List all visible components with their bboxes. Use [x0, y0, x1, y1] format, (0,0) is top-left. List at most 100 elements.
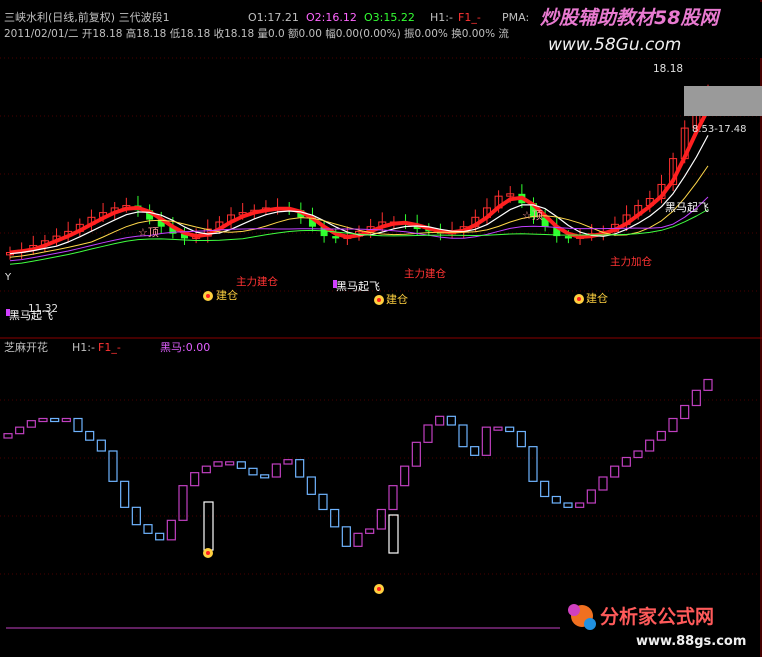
lower-heima-value: 黑马:0.00: [160, 341, 210, 354]
build-marker-core-1: [377, 298, 381, 302]
osc-bar-41: [481, 426, 491, 456]
osc-bar-0: [3, 433, 13, 439]
main-add-label: 主力加仓: [610, 255, 652, 268]
osc-bar-38: [446, 415, 456, 426]
osc-bar-1: [15, 426, 25, 435]
build-label-3: 建仓: [586, 291, 608, 305]
osc-bar-20: [236, 461, 246, 469]
osc-bar-50: [586, 489, 596, 504]
osc-bar-40: [470, 446, 480, 456]
build-label-1: 建仓: [216, 288, 238, 302]
osc-bar-2: [26, 420, 36, 428]
watermark-top-title: 炒股辅助教材58股网: [540, 7, 721, 29]
watermark-bottom: 分析家公式网 www.88gs.com: [568, 604, 746, 649]
osc-bar-22: [260, 474, 270, 479]
chart-canvas: 三峡水利(日线,前复权) 三代波段1 O1:17.21 O2:16.12 O3:…: [0, 0, 762, 657]
lower-h1-value: H1:-: [72, 341, 95, 354]
main-build-label-2: 主力建仓: [404, 267, 446, 280]
chart-title: 三峡水利(日线,前复权) 三代波段1: [4, 10, 170, 24]
watermark-bottom-title: 分析家公式网: [600, 605, 714, 628]
osc-bar-5: [61, 417, 71, 423]
osc-bar-54: [633, 450, 643, 459]
osc-bar-35: [411, 441, 421, 467]
lower-panel-title: 芝麻开花: [4, 340, 48, 354]
osc-bar-4: [50, 417, 60, 423]
flower-petal-icon-2: [584, 618, 596, 630]
osc-bar-34: [400, 465, 410, 487]
osc-signal-bar-1: [203, 501, 214, 551]
osc-bar-12: [143, 524, 153, 534]
osc-bar-27: [318, 493, 328, 511]
moving-average-lines: [9, 108, 710, 265]
oscillator-series: [3, 378, 713, 594]
osc-bar-26: [306, 476, 316, 495]
osc-bar-30: [353, 532, 363, 547]
osc-bar-49: [575, 502, 585, 508]
osc-bar-33: [388, 485, 398, 511]
watermark-top-url: www.58Gu.com: [548, 35, 681, 55]
osc-bar-25: [295, 459, 305, 478]
osc-bar-32: [376, 508, 386, 530]
o2-value: O2:16.12: [306, 11, 357, 24]
osc-bar-57: [668, 417, 678, 433]
bar-info-line: 2011/02/01/二 开18.18 高18.18 低18.18 收18.18…: [4, 27, 509, 40]
main-build-label-1: 主力建仓: [236, 275, 278, 288]
osc-bar-47: [551, 495, 561, 504]
osc-bar-45: [528, 446, 538, 482]
top-label-2: ☆顶: [522, 209, 543, 222]
f1-value: F1_-: [458, 11, 481, 24]
osc-bar-39: [458, 424, 468, 448]
osc-bar-16: [190, 472, 200, 487]
osc-bar-31: [365, 528, 375, 534]
heima-label-3: 黑马起飞: [665, 201, 709, 214]
osc-bar-51: [598, 476, 608, 491]
osc-bar-53: [621, 456, 631, 467]
watermark-bottom-url: www.88gs.com: [636, 634, 746, 649]
osc-bar-46: [540, 480, 550, 498]
osc-bar-28: [330, 508, 340, 528]
build-marker-core-2: [577, 297, 581, 301]
osc-bar-13: [155, 532, 165, 541]
osc-bar-24: [283, 459, 293, 465]
osc-bar-17: [201, 465, 211, 474]
osc-bar-19: [225, 461, 235, 466]
osc-bar-59: [691, 389, 701, 407]
h1-value: H1:-: [430, 11, 453, 24]
osc-bar-60: [703, 378, 713, 391]
osc-bar-44: [516, 430, 526, 448]
build-label-2: 建仓: [386, 292, 408, 306]
osc-bar-29: [341, 526, 351, 547]
o3-value: O3:15.22: [364, 11, 415, 24]
y-mark-0: Y: [4, 272, 12, 283]
osc-dot-core-1: [377, 587, 381, 591]
grid: [0, 0, 762, 657]
flower-petal-icon: [568, 604, 580, 616]
lower-f1-value: F1_-: [98, 341, 121, 354]
osc-dot-core-0: [206, 551, 210, 555]
label-price-range: 8.53-17.48: [692, 124, 747, 135]
osc-bar-6: [73, 417, 83, 433]
osc-bar-8: [96, 439, 106, 452]
osc-bar-36: [423, 424, 433, 443]
osc-bar-42: [493, 426, 503, 431]
osc-bar-48: [563, 502, 573, 508]
osc-bar-3: [38, 417, 48, 423]
label-price-high: 18.18: [653, 63, 683, 75]
top-label-1: ☆顶: [138, 226, 159, 239]
osc-signal-bar-2: [388, 514, 399, 554]
osc-bar-56: [656, 430, 666, 441]
osc-bar-58: [680, 404, 690, 420]
heima-label-2: 黑马起飞: [336, 280, 380, 293]
osc-bar-23: [271, 463, 281, 478]
o1-value: O1:17.21: [248, 11, 299, 24]
osc-bar-10: [120, 480, 130, 508]
osc-bar-52: [610, 465, 620, 478]
osc-bar-55: [645, 439, 655, 452]
osc-bar-43: [505, 426, 515, 433]
osc-bar-14: [166, 519, 176, 541]
build-marker-core-0: [206, 294, 210, 298]
osc-bar-18: [213, 461, 223, 467]
osc-bar-37: [435, 415, 445, 426]
heima-label-1: 黑马起飞: [9, 309, 53, 322]
price-zone-box: [684, 86, 762, 116]
